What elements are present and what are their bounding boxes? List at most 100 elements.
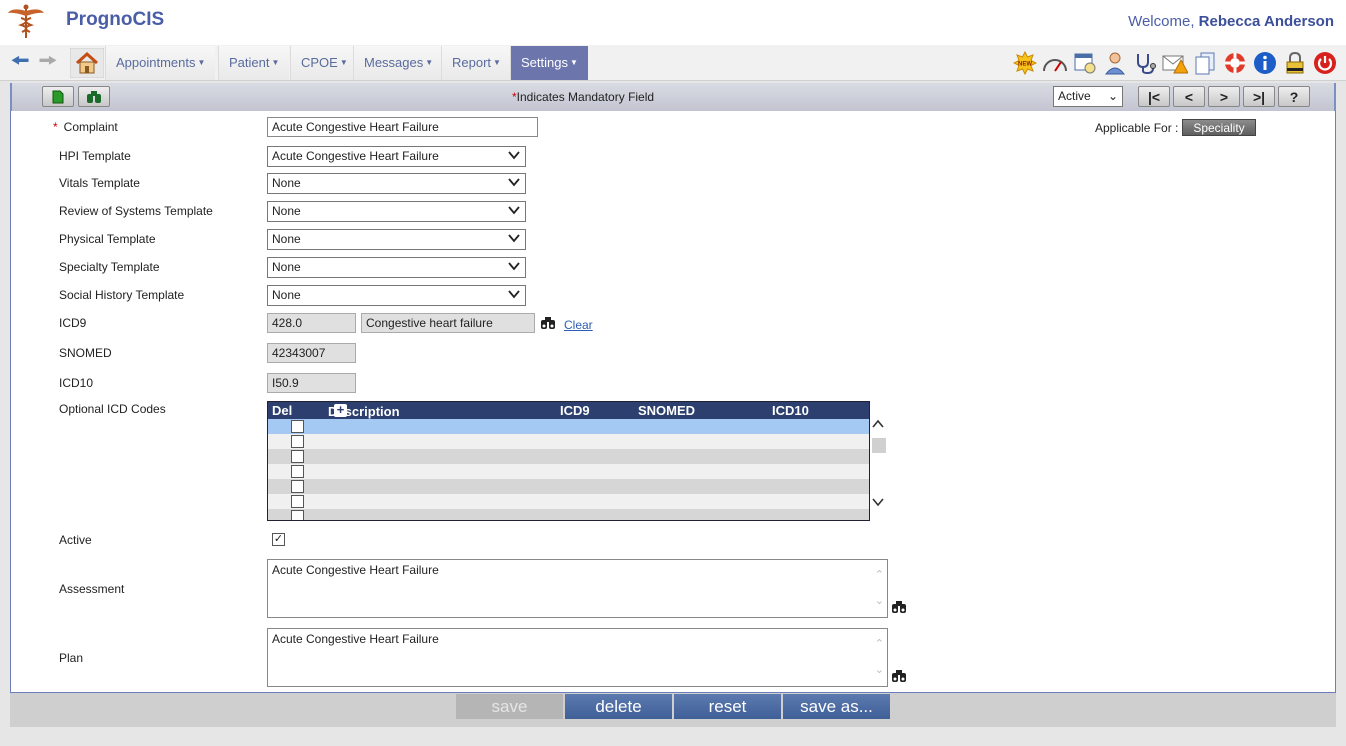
lock-icon[interactable] — [1281, 49, 1308, 77]
icd10-field: I50.9 — [267, 373, 356, 393]
ros-template-select[interactable]: None — [267, 201, 526, 222]
speciality-button[interactable]: Speciality — [1182, 119, 1256, 136]
ros-template-label: Review of Systems Template — [59, 204, 213, 218]
caret-down-icon: ▼ — [569, 58, 578, 67]
calendar-clock-icon[interactable] — [1071, 49, 1098, 77]
menu-settings[interactable]: Settings ▼ — [510, 46, 588, 80]
forward-arrow-icon[interactable]: 🠚 — [36, 50, 60, 73]
new-record-button[interactable] — [42, 86, 74, 107]
chevron-down-icon — [507, 148, 521, 168]
save-button[interactable]: save — [456, 694, 563, 719]
active-label: Active — [59, 533, 92, 547]
specialty-template-label: Specialty Template — [59, 260, 160, 274]
previous-record-button[interactable]: < — [1173, 86, 1205, 107]
del-checkbox[interactable] — [291, 480, 304, 493]
home-icon[interactable] — [70, 48, 104, 78]
caret-down-icon: ▼ — [271, 58, 280, 67]
scroll-up-icon[interactable]: ⌃ — [875, 568, 884, 581]
specialty-template-select[interactable]: None — [267, 257, 526, 278]
del-checkbox[interactable] — [291, 450, 304, 463]
icd9-clear-link[interactable]: Clear — [564, 318, 593, 332]
user-name[interactable]: Rebecca Anderson — [1199, 13, 1334, 30]
physical-template-select[interactable]: None — [267, 229, 526, 250]
vitals-template-label: Vitals Template — [59, 176, 140, 190]
first-record-button[interactable]: |< — [1138, 86, 1170, 107]
specialty-template-value: None — [272, 260, 301, 274]
delete-button[interactable]: delete — [565, 694, 672, 719]
dashboard-gauge-icon[interactable] — [1041, 49, 1068, 77]
documents-icon[interactable] — [1191, 49, 1218, 77]
lifebuoy-help-icon[interactable] — [1221, 49, 1248, 77]
menu-messages[interactable]: Messages ▼ — [353, 46, 444, 80]
chevron-down-icon — [507, 203, 521, 223]
mandatory-text: Indicates Mandatory Field — [516, 90, 655, 104]
assessment-textarea[interactable]: Acute Congestive Heart Failure ⌃ ⌄ — [267, 559, 888, 618]
scroll-up-icon[interactable]: ⌃ — [875, 637, 884, 650]
reset-button[interactable]: reset — [674, 694, 781, 719]
app-header: PrognoCIS Welcome, Rebecca Anderson — [0, 0, 1346, 45]
icd10-label: ICD10 — [59, 376, 94, 390]
table-row[interactable] — [268, 434, 869, 449]
hpi-template-select[interactable]: Acute Congestive Heart Failure — [267, 146, 526, 167]
menu-cpoe[interactable]: CPOE ▼ — [290, 46, 358, 80]
table-row[interactable] — [268, 419, 869, 434]
vitals-template-select[interactable]: None — [267, 173, 526, 194]
scroll-thumb[interactable] — [872, 438, 886, 453]
applicable-for-label: Applicable For : — [1095, 121, 1179, 135]
menu-patient[interactable]: Patient ▼ — [218, 46, 290, 80]
scroll-down-icon[interactable] — [872, 496, 884, 510]
add-row-plus-icon[interactable]: + — [334, 403, 347, 417]
table-row[interactable] — [268, 449, 869, 464]
active-checkbox[interactable]: ✓ — [272, 533, 285, 546]
stethoscope-icon[interactable] — [1131, 49, 1158, 77]
scroll-down-icon[interactable]: ⌄ — [875, 663, 884, 676]
new-badge-icon[interactable]: NEW — [1011, 49, 1038, 77]
scroll-down-icon[interactable]: ⌄ — [875, 594, 884, 607]
physical-template-label: Physical Template — [59, 232, 156, 246]
menu-label: Messages — [364, 55, 424, 70]
info-icon[interactable] — [1251, 49, 1278, 77]
record-toolbar: *Indicates Mandatory Field Active ⌄ |< <… — [10, 83, 1336, 111]
grid-scrollbar[interactable] — [870, 416, 887, 511]
col-del: Del — [272, 403, 293, 418]
plan-binoculars-icon[interactable] — [891, 669, 907, 683]
social-history-template-label: Social History Template — [59, 288, 185, 302]
social-history-template-select[interactable]: None — [267, 285, 526, 306]
chevron-down-icon: ⌄ — [1107, 89, 1118, 103]
del-checkbox[interactable] — [291, 465, 304, 478]
icd9-search-binoculars-icon[interactable] — [540, 316, 556, 330]
next-record-button[interactable]: > — [1208, 86, 1240, 107]
assessment-binoculars-icon[interactable] — [891, 600, 907, 614]
table-row[interactable] — [268, 479, 869, 494]
caret-down-icon: ▼ — [197, 58, 206, 67]
scroll-up-icon[interactable] — [872, 418, 884, 432]
mail-alert-icon[interactable] — [1161, 49, 1188, 77]
table-row[interactable] — [268, 464, 869, 479]
complaint-label-text: Complaint — [63, 120, 118, 134]
del-checkbox[interactable] — [291, 435, 304, 448]
new-document-icon — [52, 90, 64, 103]
del-checkbox[interactable] — [291, 495, 304, 508]
required-star: * — [53, 120, 58, 134]
status-filter-select[interactable]: Active ⌄ — [1053, 86, 1123, 107]
del-checkbox[interactable] — [291, 510, 304, 520]
power-logout-icon[interactable] — [1311, 49, 1338, 77]
del-checkbox[interactable] — [291, 420, 304, 433]
save-as-button[interactable]: save as... — [783, 694, 890, 719]
user-profile-icon[interactable] — [1101, 49, 1128, 77]
plan-textarea[interactable]: Acute Congestive Heart Failure ⌃ ⌄ — [267, 628, 888, 687]
help-button[interactable]: ? — [1278, 86, 1310, 107]
table-row[interactable] — [268, 494, 869, 509]
physical-template-value: None — [272, 232, 301, 246]
back-arrow-icon[interactable]: 🠘 — [8, 50, 32, 73]
search-record-button[interactable] — [78, 86, 110, 107]
table-row[interactable] — [268, 509, 869, 520]
last-record-button[interactable]: >| — [1243, 86, 1275, 107]
complaint-input[interactable]: Acute Congestive Heart Failure — [267, 117, 538, 137]
menu-appointments[interactable]: Appointments ▼ — [105, 46, 216, 80]
hpi-template-label: HPI Template — [59, 149, 131, 163]
chevron-down-icon — [507, 259, 521, 279]
chevron-down-icon — [507, 175, 521, 195]
plan-text: Acute Congestive Heart Failure — [272, 632, 439, 646]
menu-report[interactable]: Report ▼ — [441, 46, 511, 80]
